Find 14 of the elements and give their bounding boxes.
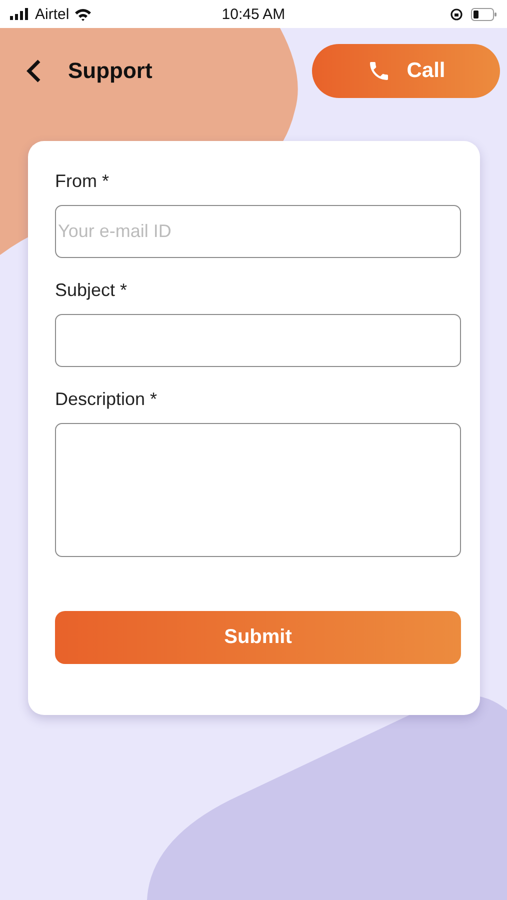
field-label: From * xyxy=(55,171,110,192)
field-label: Description * xyxy=(55,389,158,410)
call-button[interactable]: Call xyxy=(312,44,500,98)
wifi-icon xyxy=(74,8,92,20)
input-field[interactable]: Your e-mail ID xyxy=(55,205,461,258)
field-label: Subject * xyxy=(55,280,128,301)
input-field[interactable] xyxy=(55,314,461,367)
carrier-name: Airtel xyxy=(35,6,70,22)
status-time: 10:45 AM xyxy=(220,6,286,22)
rotation-lock-icon xyxy=(450,8,463,20)
submit-button[interactable]: Submit xyxy=(55,611,461,664)
signal-icon xyxy=(10,8,30,20)
battery-icon xyxy=(470,8,497,20)
page-title: Support xyxy=(68,58,154,84)
